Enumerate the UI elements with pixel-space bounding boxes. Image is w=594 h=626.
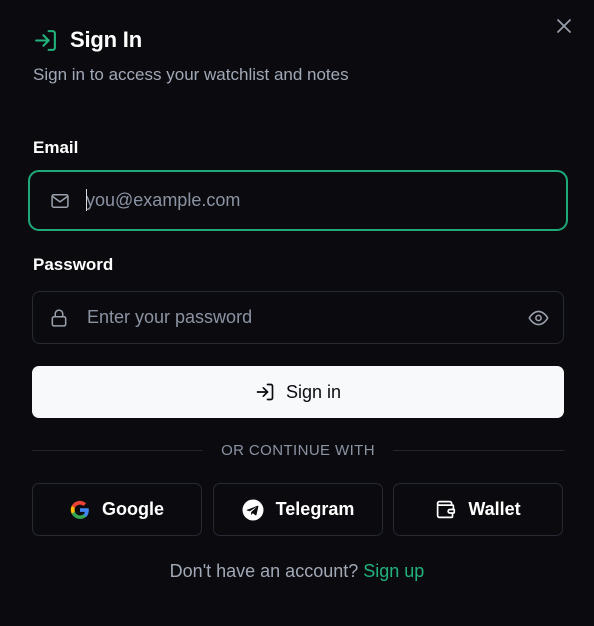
- dialog-subtitle: Sign in to access your watchlist and not…: [33, 65, 349, 84]
- close-button[interactable]: [553, 15, 575, 37]
- text-caret: [86, 189, 87, 211]
- google-button-label: Google: [102, 499, 164, 519]
- password-label: Password: [33, 255, 114, 274]
- dialog-header: Sign In: [33, 27, 142, 53]
- sign-in-button-label: Sign in: [285, 381, 342, 402]
- telegram-button[interactable]: Telegram: [213, 483, 383, 536]
- log-in-icon: [33, 28, 58, 53]
- dialog-title: Sign In: [70, 27, 142, 52]
- telegram-button-label: Telegram: [275, 499, 355, 519]
- password-field[interactable]: [32, 291, 564, 344]
- oauth-divider: OR CONTINUE WITH: [32, 440, 565, 460]
- log-in-icon: [255, 382, 275, 402]
- divider-text: OR CONTINUE WITH: [221, 441, 375, 459]
- wallet-button[interactable]: Wallet: [393, 483, 563, 536]
- google-button[interactable]: Google: [32, 483, 202, 536]
- google-icon: [70, 500, 90, 520]
- email-label: Email: [33, 138, 79, 157]
- divider-line-right: [392, 449, 565, 451]
- mail-icon: [50, 191, 70, 211]
- eye-icon[interactable]: [528, 307, 549, 328]
- wallet-button-label: Wallet: [468, 499, 521, 519]
- sign-in-button[interactable]: Sign in: [32, 366, 564, 418]
- email-field[interactable]: [28, 170, 568, 231]
- wallet-icon: [435, 499, 456, 520]
- signup-prompt: Don't have an account? Sign up: [0, 561, 594, 582]
- telegram-icon: [242, 499, 264, 521]
- email-input[interactable]: [86, 172, 516, 229]
- x-icon: [556, 18, 572, 34]
- signup-prompt-text: Don't have an account?: [169, 561, 359, 581]
- lock-icon: [49, 308, 69, 328]
- divider-line-left: [32, 449, 204, 451]
- sign-up-link[interactable]: Sign up: [363, 561, 424, 581]
- sign-in-dialog: Sign In Sign in to access your watchlist…: [0, 0, 594, 626]
- password-input[interactable]: [87, 292, 513, 343]
